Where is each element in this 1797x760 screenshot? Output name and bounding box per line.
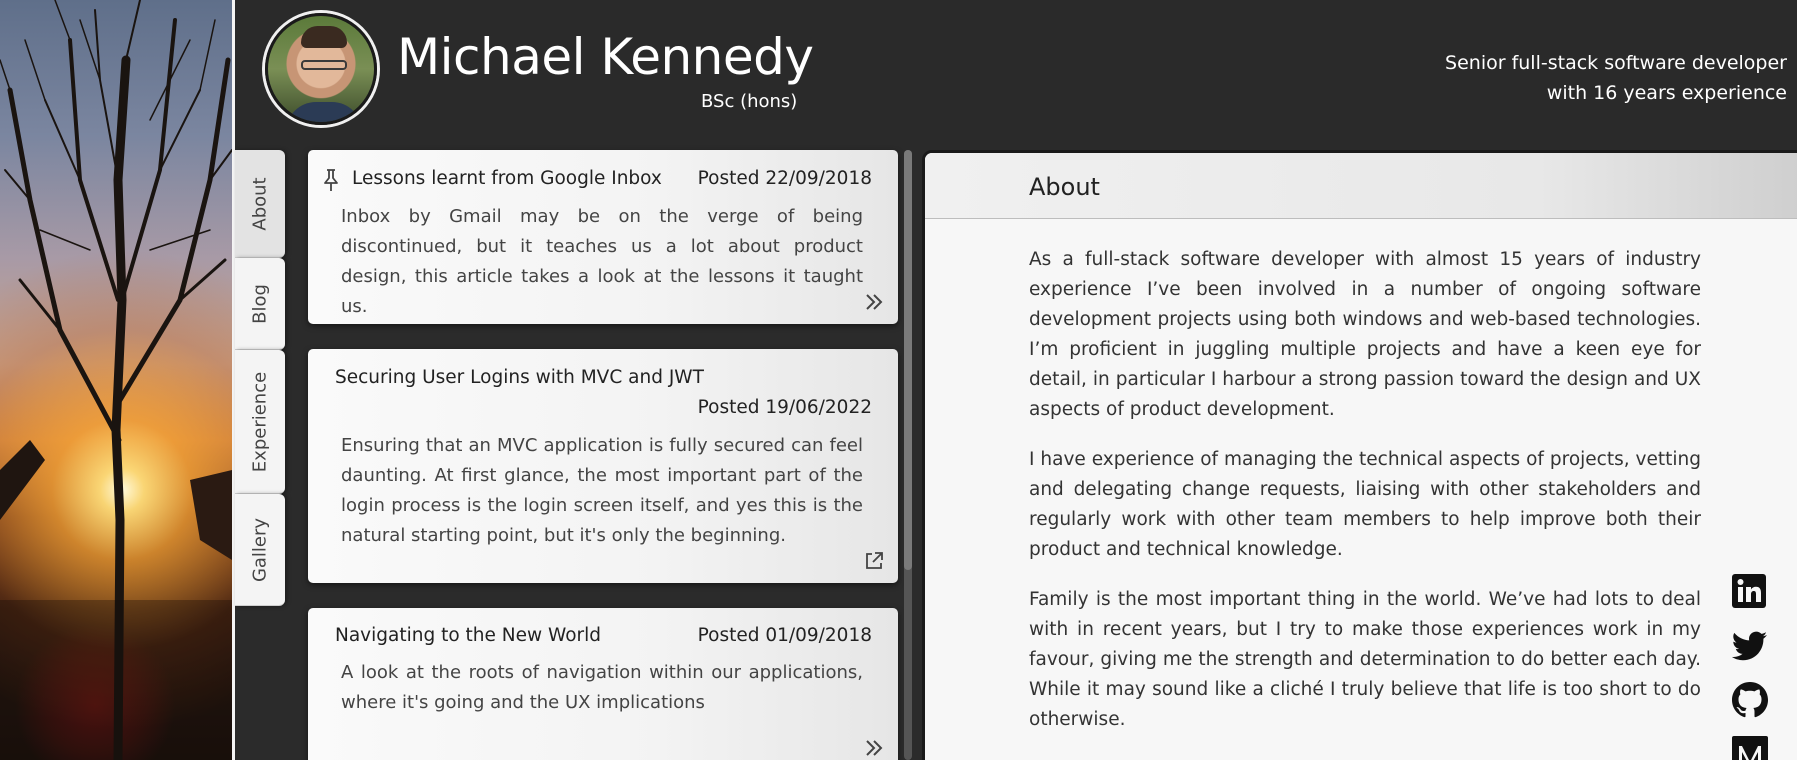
about-text: As a full-stack software developer with …	[1029, 245, 1701, 755]
tab-gallery[interactable]: Gallery	[235, 494, 285, 606]
blog-list: Lessons learnt from Google Inbox Posted …	[308, 150, 898, 760]
tab-about[interactable]: About	[235, 150, 285, 258]
blog-card-date: Posted 22/09/2018	[697, 168, 872, 189]
external-link-icon[interactable]	[862, 549, 886, 573]
tagline-line-1: Senior full-stack software developer	[1445, 52, 1787, 74]
sunset-tree-photo	[0, 0, 232, 760]
linkedin-icon[interactable]	[1730, 572, 1770, 612]
degree-label: BSc (hons)	[701, 91, 798, 112]
blog-card-title: Navigating to the New World	[335, 625, 602, 646]
blog-card-date: Posted 01/09/2018	[697, 625, 872, 646]
tab-blog-label: Blog	[249, 283, 271, 324]
tagline-line-2: with 16 years experience	[1546, 82, 1787, 104]
pin-icon	[324, 169, 338, 191]
blog-card[interactable]: Lessons learnt from Google Inbox Posted …	[308, 150, 898, 324]
tagline: Senior full-stack software developer wit…	[1445, 48, 1787, 108]
blog-card[interactable]: Securing User Logins with MVC and JWT Po…	[308, 349, 898, 583]
site-name: Michael Kennedy	[397, 28, 814, 86]
double-chevron-right-icon[interactable]	[862, 290, 886, 314]
tab-experience[interactable]: Experience	[235, 350, 285, 494]
github-icon[interactable]	[1730, 680, 1770, 720]
tab-experience-label: Experience	[249, 371, 271, 472]
avatar	[265, 13, 377, 125]
tab-about-label: About	[249, 176, 271, 231]
vertical-tab-bar: About Blog Experience Gallery	[235, 150, 285, 606]
blog-card-summary: Ensuring that an MVC application is full…	[341, 435, 863, 546]
blog-card-date: Posted 19/06/2022	[697, 397, 872, 418]
tab-gallery-label: Gallery	[249, 517, 271, 582]
site-header: Michael Kennedy BSc (hons) Senior full-s…	[235, 0, 1797, 150]
blog-card-title: Securing User Logins with MVC and JWT	[335, 367, 704, 388]
about-paragraph: I have experience of managing the techni…	[1029, 449, 1701, 560]
about-title: About	[1029, 173, 1100, 201]
blog-card-summary: Inbox by Gmail may be on the verge of be…	[341, 206, 863, 317]
medium-icon[interactable]	[1730, 734, 1770, 760]
about-panel: About As a full-stack software developer…	[922, 150, 1797, 760]
about-paragraph: As a full-stack software developer with …	[1029, 249, 1701, 420]
blog-card[interactable]: Navigating to the New World Posted 01/09…	[308, 608, 898, 760]
about-paragraph: Family is the most important thing in th…	[1029, 589, 1701, 730]
blog-card-summary: A look at the roots of navigation within…	[341, 662, 863, 713]
blog-scrollbar[interactable]	[904, 150, 912, 760]
twitter-icon[interactable]	[1730, 626, 1770, 666]
double-chevron-right-icon[interactable]	[862, 736, 886, 760]
blog-card-title: Lessons learnt from Google Inbox	[352, 168, 662, 189]
tab-blog[interactable]: Blog	[235, 258, 285, 350]
blog-scrollbar-thumb[interactable]	[904, 150, 912, 570]
